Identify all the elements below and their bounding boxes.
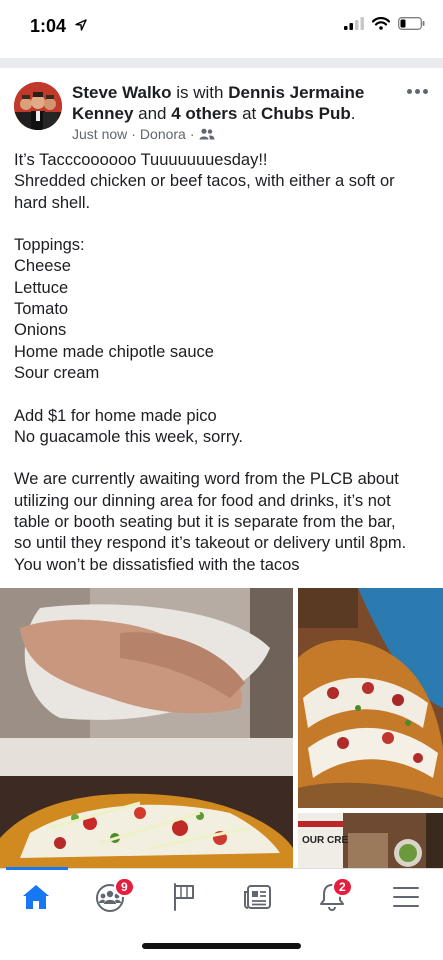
- clock-text: 1:04: [30, 16, 67, 36]
- post-line: hard shell.: [14, 193, 91, 212]
- post-line: Sour cream: [14, 363, 100, 382]
- post-line: Cheese: [14, 257, 71, 276]
- post-line: [14, 214, 434, 235]
- tab-menu[interactable]: [384, 877, 428, 917]
- post-line: [14, 384, 434, 405]
- with-text: is with: [171, 83, 229, 102]
- post-line: Shredded chicken or beef tacos, with eit…: [14, 172, 395, 191]
- place-link[interactable]: Chubs Pub: [261, 104, 351, 123]
- post-header: Steve Walko is with Dennis Jermaine Kenn…: [0, 68, 443, 148]
- tab-notifications[interactable]: 2: [310, 877, 354, 917]
- photo-taco-plate[interactable]: [0, 588, 293, 868]
- post-line: Lettuce: [14, 278, 69, 297]
- post-line: Toppings:: [14, 236, 85, 255]
- post-line: Home made chipotle sauce: [14, 342, 214, 361]
- sign-text: OUR CRE: [302, 835, 348, 846]
- tab-news[interactable]: [236, 877, 280, 917]
- location-arrow-icon: [75, 19, 87, 31]
- tab-groups[interactable]: 9: [88, 877, 135, 917]
- post-line: Add $1 for home made pico: [14, 406, 217, 425]
- friends-icon: [199, 128, 215, 140]
- status-bar: 1:04: [0, 0, 443, 52]
- tab-home[interactable]: [14, 877, 58, 917]
- meta-separator: ·: [189, 126, 195, 142]
- period-text: .: [350, 104, 356, 123]
- and-text: and: [133, 104, 172, 123]
- cellular-signal-icon: [344, 17, 364, 30]
- author-name[interactable]: Steve Walko: [72, 83, 172, 102]
- news-icon: [244, 885, 271, 909]
- post-line: Tomato: [14, 300, 69, 319]
- post-meta: Just now · Donora ·: [72, 126, 215, 142]
- feed-divider: [0, 58, 443, 68]
- post-location[interactable]: Donora: [140, 126, 186, 142]
- post-header-text: Steve Walko is with Dennis Jermaine Kenn…: [72, 82, 392, 124]
- home-icon: [23, 885, 49, 909]
- wifi-icon: [372, 17, 390, 30]
- photo-tacos-closeup[interactable]: [298, 588, 443, 808]
- post-line: so until they respond it’s takeout or de…: [14, 534, 407, 553]
- post-time[interactable]: Just now: [72, 126, 127, 142]
- post-line: You won’t be dissatisfied with the tacos: [14, 555, 300, 574]
- post-line: [14, 448, 434, 469]
- post-line: It’s Tacccoooooo Tuuuuuuuesday!!: [14, 151, 268, 169]
- at-text: at: [237, 104, 261, 123]
- post-line: Onions: [14, 321, 67, 340]
- groups-badge: 9: [114, 877, 135, 897]
- meta-separator: ·: [131, 126, 136, 142]
- battery-low-icon: [398, 17, 425, 30]
- status-indicators: [344, 17, 425, 30]
- tab-pages[interactable]: [162, 877, 206, 917]
- post-line: utilizing our dinning area for food and …: [14, 491, 391, 510]
- post-photos: OUR CRE: [0, 588, 443, 868]
- author-avatar[interactable]: [14, 82, 62, 130]
- others-link[interactable]: 4 others: [171, 104, 237, 123]
- bottom-tab-bar: 9 2: [0, 867, 443, 928]
- post-line: No guacamole this week, sorry.: [14, 427, 243, 446]
- notifications-badge: 2: [332, 877, 353, 897]
- post-line: table or booth seating but it is separat…: [14, 513, 396, 532]
- home-indicator[interactable]: [142, 943, 301, 949]
- active-tab-indicator: [6, 867, 68, 870]
- photo-restaurant-sign[interactable]: OUR CRE: [298, 813, 443, 868]
- post-line: We are currently awaiting word from the …: [14, 470, 399, 489]
- menu-icon: [393, 887, 419, 907]
- status-time: 1:04: [30, 16, 87, 37]
- post-body: It’s Tacccoooooo Tuuuuuuuesday!! Shredde…: [14, 150, 434, 576]
- more-options-icon[interactable]: [407, 86, 429, 96]
- flag-icon: [174, 883, 194, 911]
